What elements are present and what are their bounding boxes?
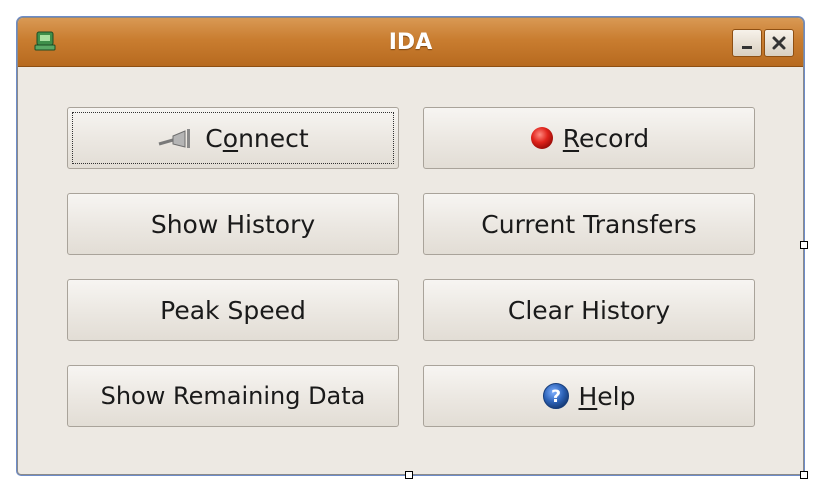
resize-handle-corner[interactable] [800, 471, 808, 479]
svg-text:?: ? [552, 387, 562, 407]
minimize-button[interactable] [732, 29, 762, 57]
peak-speed-button[interactable]: Peak Speed [67, 279, 399, 341]
window-title: IDA [388, 30, 433, 55]
resize-handle-bottom[interactable] [405, 471, 413, 479]
help-icon: ? [542, 382, 570, 410]
resize-handle-right[interactable] [800, 241, 808, 249]
peak-speed-label: Peak Speed [160, 295, 306, 325]
record-icon [529, 125, 555, 151]
help-button[interactable]: ? Help [423, 365, 755, 427]
connect-button[interactable]: Connect [67, 107, 399, 169]
show-remaining-data-button[interactable]: Show Remaining Data [67, 365, 399, 427]
help-label: Help [578, 381, 636, 411]
current-transfers-button[interactable]: Current Transfers [423, 193, 755, 255]
app-window: IDA Connect Record Show History Current … [17, 17, 804, 475]
show-history-button[interactable]: Show History [67, 193, 399, 255]
minimize-icon [742, 46, 752, 49]
clear-history-button[interactable]: Clear History [423, 279, 755, 341]
show-history-label: Show History [150, 209, 316, 239]
current-transfers-label: Current Transfers [481, 209, 697, 239]
connect-label: Connect [205, 123, 309, 153]
show-remaining-data-label: Show Remaining Data [100, 382, 366, 410]
title-bar[interactable]: IDA [18, 18, 803, 67]
close-button[interactable] [764, 29, 794, 57]
record-label: Record [562, 123, 650, 153]
close-icon [772, 36, 786, 50]
clear-history-label: Clear History [507, 295, 671, 325]
record-button[interactable]: Record [423, 107, 755, 169]
plug-icon [157, 127, 197, 149]
